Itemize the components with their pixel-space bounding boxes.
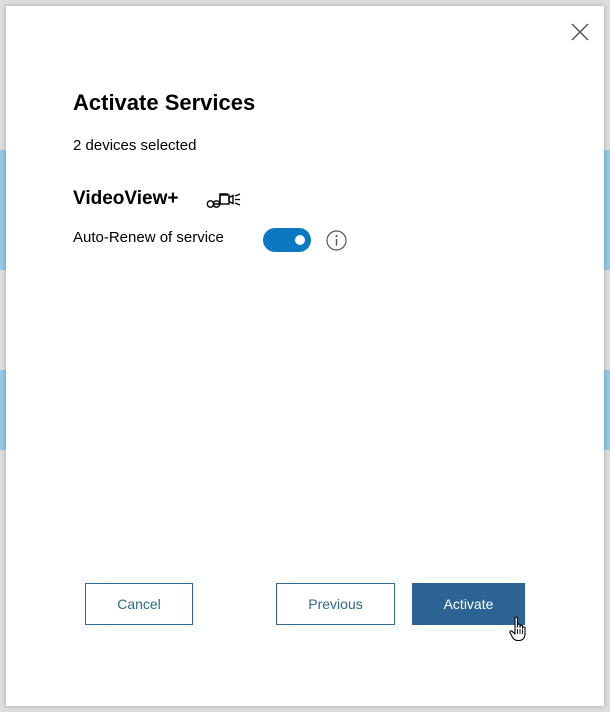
activate-services-dialog: Activate Services 2 devices selected Vid… <box>6 6 604 706</box>
previous-button[interactable]: Previous <box>276 583 395 625</box>
info-icon[interactable] <box>326 230 347 251</box>
cancel-button[interactable]: Cancel <box>85 583 193 625</box>
auto-renew-label: Auto-Renew of service <box>73 229 224 246</box>
auto-renew-toggle[interactable] <box>263 228 311 252</box>
selection-count: 2 devices selected <box>73 137 197 154</box>
cctv-camera-icon <box>206 188 242 210</box>
close-button[interactable] <box>569 21 591 43</box>
dialog-title: Activate Services <box>73 90 256 115</box>
service-name: VideoView+ <box>73 188 179 209</box>
toggle-knob <box>295 235 305 245</box>
activate-button[interactable]: Activate <box>412 583 525 625</box>
close-icon <box>571 23 589 41</box>
